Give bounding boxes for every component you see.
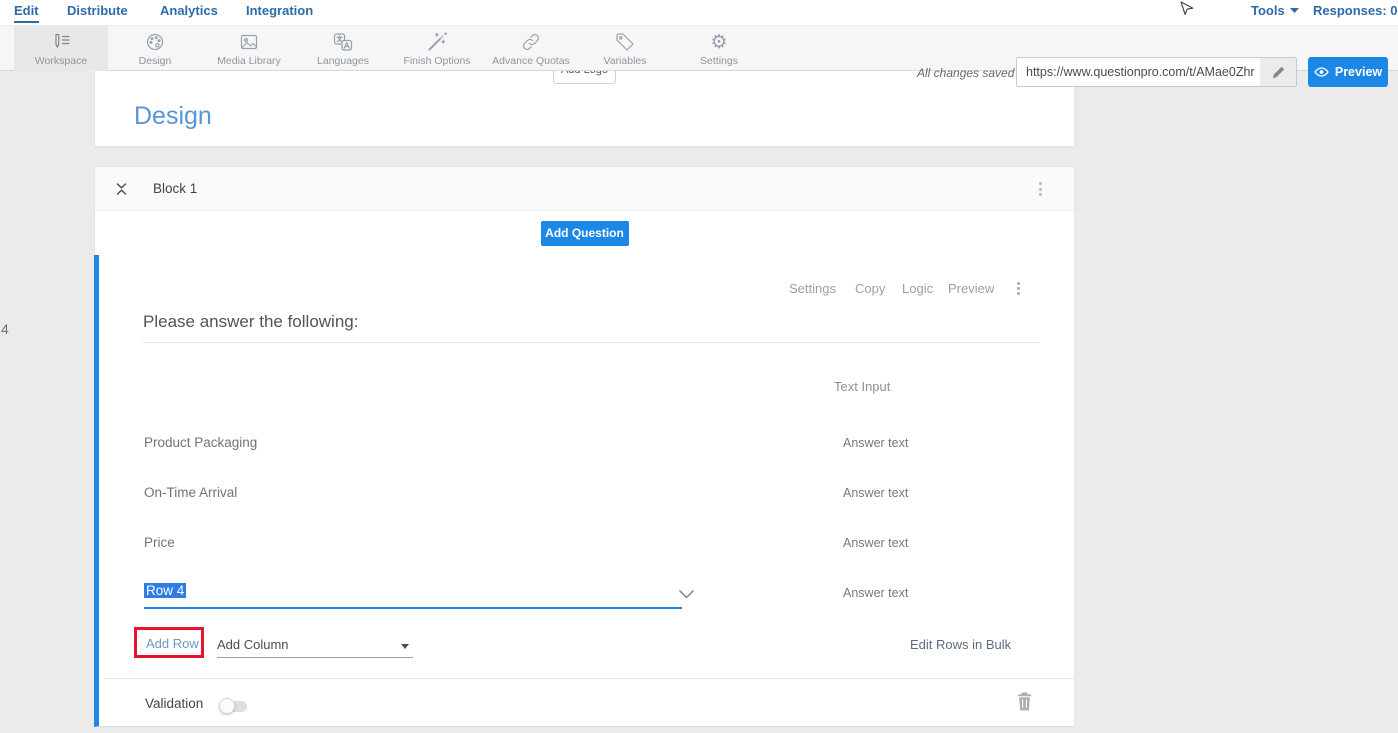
add-row-button[interactable]: Add Row bbox=[146, 636, 199, 651]
block-title: Block 1 bbox=[153, 181, 197, 196]
answer-text-placeholder[interactable]: Answer text bbox=[843, 486, 908, 500]
matrix-row-label[interactable]: Price bbox=[144, 535, 175, 550]
pencil-icon bbox=[1272, 66, 1285, 79]
toolbar-tab-settings[interactable]: ⚙ Settings bbox=[672, 26, 766, 71]
validation-toggle[interactable] bbox=[221, 701, 247, 712]
preview-button[interactable]: Preview bbox=[1308, 57, 1388, 87]
editing-row-underline bbox=[144, 607, 682, 609]
tools-menu-label: Tools bbox=[1251, 3, 1285, 18]
matrix-row-editing-input[interactable]: Row 4 bbox=[144, 583, 186, 598]
edit-rows-in-bulk-button[interactable]: Edit Rows in Bulk bbox=[910, 637, 1011, 652]
dropdown-caret-icon[interactable] bbox=[401, 644, 409, 649]
question-menu-icon[interactable] bbox=[1017, 282, 1020, 295]
chain-link-icon bbox=[520, 31, 542, 53]
answer-text-placeholder[interactable]: Answer text bbox=[843, 436, 908, 450]
toolbar-tab-design[interactable]: Design bbox=[108, 26, 202, 71]
toolbar-tab-languages[interactable]: Languages bbox=[296, 26, 390, 71]
nav-tab-edit[interactable]: Edit bbox=[14, 3, 39, 23]
survey-url-box[interactable]: https://www.questionpro.com/t/AMae0Zhr bbox=[1016, 57, 1297, 87]
questionpro-survey-editor: Edit Distribute Analytics Integration To… bbox=[0, 0, 1398, 733]
preview-button-label: Preview bbox=[1335, 65, 1382, 79]
matrix-row-label[interactable]: Product Packaging bbox=[144, 435, 257, 450]
question-copy-link[interactable]: Copy bbox=[855, 281, 885, 296]
responses-count[interactable]: Responses: 0 bbox=[1313, 3, 1398, 18]
question-preview-link[interactable]: Preview bbox=[948, 281, 994, 296]
add-column-dropdown[interactable]: Add Column bbox=[217, 637, 289, 652]
toggle-knob bbox=[219, 698, 235, 714]
gear-icon: ⚙ bbox=[710, 31, 727, 53]
answer-text-placeholder[interactable]: Answer text bbox=[843, 536, 908, 550]
toolbar-tab-label: Design bbox=[139, 55, 172, 67]
toolbar-tab-label: Variables bbox=[604, 55, 647, 67]
tag-icon bbox=[614, 31, 636, 53]
toolbar-tab-label: Workspace bbox=[35, 55, 87, 67]
edit-url-button[interactable] bbox=[1260, 58, 1296, 86]
card-divider bbox=[104, 678, 1074, 679]
toolbar-tab-media-library[interactable]: Media Library bbox=[202, 26, 296, 71]
question-text-underline bbox=[143, 342, 1040, 343]
toolbar-tab-label: Advance Quotas bbox=[492, 55, 570, 67]
answer-text-placeholder[interactable]: Answer text bbox=[843, 586, 908, 600]
survey-url: https://www.questionpro.com/t/AMae0Zhr bbox=[1017, 65, 1260, 79]
nav-tab-distribute[interactable]: Distribute bbox=[67, 3, 128, 18]
collapse-block-icon[interactable] bbox=[115, 181, 128, 202]
image-icon bbox=[238, 31, 260, 53]
question-card: Settings Copy Logic Preview Please answe… bbox=[94, 255, 1075, 727]
matrix-row-label[interactable]: On-Time Arrival bbox=[144, 485, 237, 500]
workspace-icon bbox=[50, 31, 72, 53]
mouse-cursor-icon bbox=[1180, 1, 1194, 26]
add-question-row: Add Question bbox=[95, 211, 1074, 255]
question-logic-link[interactable]: Logic bbox=[902, 281, 933, 296]
block-menu-icon[interactable] bbox=[1039, 182, 1042, 196]
question-settings-link[interactable]: Settings bbox=[789, 281, 836, 296]
page-title: Design bbox=[134, 102, 212, 131]
nav-tab-analytics[interactable]: Analytics bbox=[160, 3, 218, 18]
toolbar-tab-variables[interactable]: Variables bbox=[578, 26, 672, 71]
delete-question-icon[interactable] bbox=[1017, 692, 1032, 716]
toolbar-tab-label: Media Library bbox=[217, 55, 281, 67]
column-header-text-input[interactable]: Text Input bbox=[834, 379, 890, 394]
chevron-down-icon bbox=[1290, 8, 1299, 13]
tools-menu[interactable]: Tools bbox=[1251, 3, 1299, 18]
toolbar-tab-advance-quotas[interactable]: Advance Quotas bbox=[484, 26, 578, 71]
autosave-status: All changes saved bbox=[917, 66, 1014, 80]
question-text-input[interactable]: Please answer the following: bbox=[143, 312, 358, 332]
translate-icon bbox=[332, 31, 354, 53]
toolbar-tab-label: Finish Options bbox=[403, 55, 470, 67]
question-number: 4 bbox=[1, 321, 9, 337]
survey-toolbar: Workspace Design Media Library Languages bbox=[0, 25, 1398, 71]
add-column-underline bbox=[217, 657, 413, 658]
block-header: Block 1 bbox=[95, 167, 1074, 211]
selected-row-text: Row 4 bbox=[144, 583, 186, 598]
palette-icon bbox=[144, 31, 166, 53]
wand-icon bbox=[426, 31, 448, 53]
toolbar-tab-label: Settings bbox=[700, 55, 738, 67]
eye-icon bbox=[1314, 67, 1329, 77]
validation-label: Validation bbox=[145, 696, 203, 711]
nav-tab-integration[interactable]: Integration bbox=[246, 3, 313, 18]
toolbar-tab-label: Languages bbox=[317, 55, 369, 67]
block-panel: Block 1 Add Question bbox=[94, 166, 1075, 255]
row-dropdown-chevron-icon[interactable] bbox=[679, 586, 694, 604]
toolbar-tab-finish-options[interactable]: Finish Options bbox=[390, 26, 484, 71]
toolbar-tab-workspace[interactable]: Workspace bbox=[14, 26, 108, 71]
add-question-button[interactable]: Add Question bbox=[541, 221, 629, 246]
